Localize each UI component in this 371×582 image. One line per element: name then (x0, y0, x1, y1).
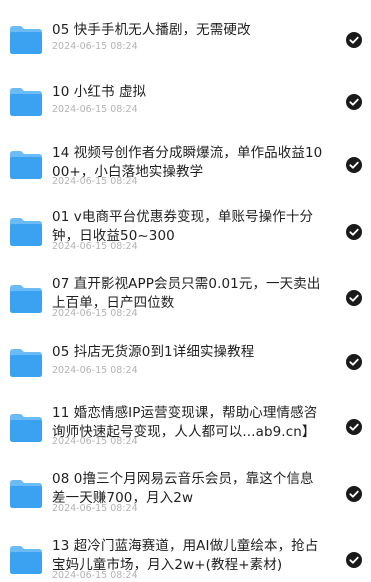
file-row[interactable]: 14 视频号创作者分成瞬爆流，单作品收益1000+，小白落地实操教学 2024-… (0, 130, 371, 200)
folder-icon (10, 151, 42, 179)
file-row[interactable]: 08 0撸三个月网易云音乐会员，靠这个信息差一天赚700，月入2w 2024-0… (0, 462, 371, 530)
check-circle-icon[interactable] (346, 32, 362, 48)
file-row[interactable]: 05 快手手机无人播剧，无需硬改 2024-06-15 08:24 (0, 0, 371, 66)
file-row[interactable]: 07 直开影视APP会员只需0.01元，一天卖出上百单，日产四位数 2024-0… (0, 266, 371, 332)
file-row[interactable]: 01 v电商平台优惠券变现，单账号操作十分钟，日收益50~300 2024-06… (0, 200, 371, 266)
file-row[interactable]: 13 超冷门蓝海赛道，用AI做儿童绘本，抢占宝妈儿童市场，月入2w+(教程+素材… (0, 530, 371, 582)
file-date: 2024-06-15 08:24 (52, 570, 138, 581)
check-circle-icon[interactable] (346, 157, 362, 173)
check-circle-icon[interactable] (346, 552, 362, 568)
file-date: 2024-06-15 08:24 (52, 104, 138, 115)
file-row[interactable]: 10 小红书 虚拟 2024-06-15 08:24 (0, 66, 371, 130)
check-circle-icon[interactable] (346, 224, 362, 240)
file-date: 2024-06-15 08:24 (52, 41, 138, 52)
file-date: 2024-06-15 08:24 (52, 241, 138, 252)
file-date: 2024-06-15 08:24 (52, 503, 138, 514)
check-circle-icon[interactable] (346, 354, 362, 370)
folder-icon (10, 218, 42, 246)
file-name: 10 小红书 虚拟 (52, 84, 147, 100)
file-date: 2024-06-15 08:24 (52, 308, 138, 319)
file-row[interactable]: 11 婚恋情感IP运营变现课，帮助心理情感咨询师快速起号变现，人人都可以...a… (0, 396, 371, 462)
file-date: 2024-06-15 08:24 (52, 436, 138, 447)
folder-icon (10, 285, 42, 313)
file-row[interactable]: 05 抖店无货源0到1详细实操教程 2024-06-15 08:24 (0, 332, 371, 396)
folder-icon (10, 88, 42, 116)
file-date: 2024-06-15 08:24 (52, 176, 138, 187)
file-name: 05 快手手机无人播剧，无需硬改 (52, 22, 251, 38)
check-circle-icon[interactable] (346, 419, 362, 435)
check-circle-icon[interactable] (346, 94, 362, 110)
folder-icon (10, 480, 42, 508)
folder-icon (10, 414, 42, 442)
file-date: 2024-06-15 08:24 (52, 365, 138, 376)
file-list: 05 快手手机无人播剧，无需硬改 2024-06-15 08:24 10 小红书… (0, 0, 371, 582)
folder-icon (10, 349, 42, 377)
folder-icon (10, 546, 42, 574)
check-circle-icon[interactable] (346, 486, 362, 502)
file-name: 05 抖店无货源0到1详细实操教程 (52, 344, 255, 360)
check-circle-icon[interactable] (346, 290, 362, 306)
folder-icon (10, 26, 42, 54)
